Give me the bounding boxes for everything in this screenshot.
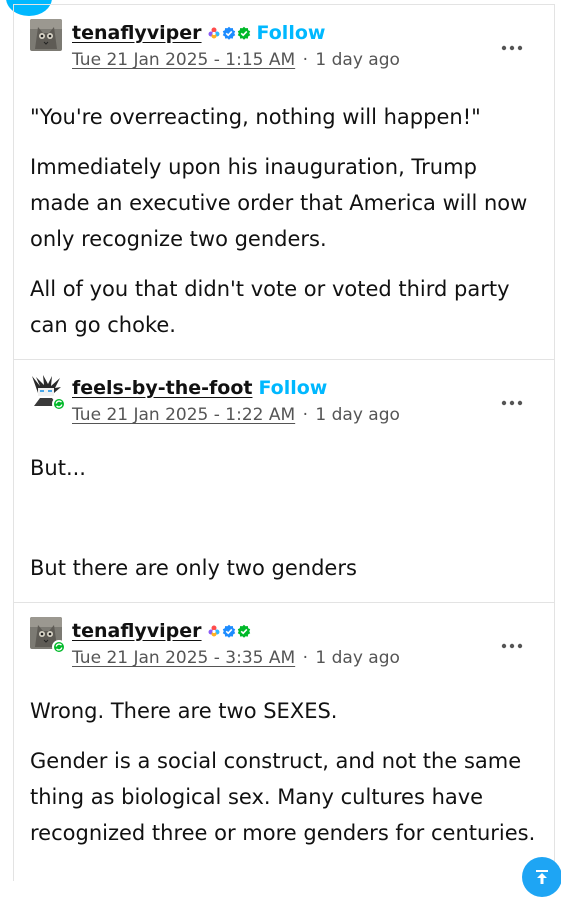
relative-time: 1 day ago	[315, 648, 400, 668]
refresh-status-icon	[52, 397, 66, 411]
timestamp-link[interactable]: Tue 21 Jan 2025 - 1:22 AM	[72, 405, 295, 425]
post-paragraph: Gender is a social construct, and not th…	[30, 749, 536, 845]
post-meta: Tue 21 Jan 2025 - 1:15 AM · 1 day ago	[72, 50, 400, 70]
post-meta: Tue 21 Jan 2025 - 1:22 AM · 1 day ago	[72, 405, 400, 425]
post-header: tenaflyviper	[14, 5, 554, 70]
post-header: feels-by-the-foot Follow Tue 21 Jan 2025…	[14, 360, 554, 425]
post-paragraph: All of you that didn't vote or voted thi…	[30, 277, 510, 337]
blue-verified-badge-icon	[222, 26, 235, 40]
follow-button[interactable]: Follow	[257, 22, 326, 44]
rainbow-flower-badge-icon	[208, 27, 220, 39]
post-paragraph: Immediately upon his inauguration, Trump…	[30, 155, 528, 251]
post-paragraph: "You're overreacting, nothing will happe…	[30, 105, 481, 129]
avatar[interactable]	[30, 374, 66, 411]
post-blank-line	[30, 500, 538, 536]
timestamp-link[interactable]: Tue 21 Jan 2025 - 3:35 AM	[72, 648, 295, 668]
badge-group[interactable]	[207, 624, 251, 638]
meta-separator: ·	[302, 50, 308, 70]
post-body: "You're overreacting, nothing will happe…	[14, 65, 554, 359]
name-line: tenaflyviper	[72, 20, 325, 46]
username-link[interactable]: feels-by-the-foot	[72, 377, 252, 399]
green-check-badge-icon	[237, 624, 250, 638]
username-link[interactable]: tenaflyviper	[72, 22, 202, 44]
scroll-to-top-button[interactable]	[522, 857, 561, 897]
more-options-button[interactable]	[500, 634, 524, 658]
follow-button[interactable]: Follow	[258, 377, 327, 399]
more-options-icon	[501, 643, 523, 649]
more-options-button[interactable]	[500, 36, 524, 60]
relative-time: 1 day ago	[315, 50, 400, 70]
post-paragraph: Wrong. There are two SEXES.	[30, 699, 338, 723]
rainbow-flower-badge-icon	[208, 625, 220, 637]
avatar-image	[30, 19, 62, 51]
post-paragraph: But there are only two genders	[30, 556, 357, 580]
avatar[interactable]	[30, 19, 63, 52]
reblog-thread: tenaflyviper Follow Tue 21 Jan 2025 - 1:…	[13, 4, 555, 881]
thread-post: tenaflyviper	[14, 603, 554, 881]
blue-verified-badge-icon	[222, 624, 235, 638]
username-link[interactable]: tenaflyviper	[72, 620, 202, 642]
more-options-button[interactable]	[500, 391, 524, 415]
thread-post: tenaflyviper	[14, 5, 554, 360]
scroll-to-top-icon	[536, 870, 548, 884]
more-options-icon	[501, 400, 523, 406]
meta-separator: ·	[302, 648, 308, 668]
name-line: feels-by-the-foot Follow	[72, 375, 327, 401]
page: tenaflyviper Follow Tue 21 Jan 2025 - 1:…	[0, 0, 561, 902]
meta-separator: ·	[302, 405, 308, 425]
avatar[interactable]	[30, 617, 66, 654]
green-check-badge-icon	[237, 26, 250, 40]
refresh-status-icon	[52, 640, 66, 654]
post-paragraph: But...	[30, 456, 86, 480]
post-body: But... But there are only two genders	[14, 420, 554, 602]
timestamp-link[interactable]: Tue 21 Jan 2025 - 1:15 AM	[72, 50, 295, 70]
more-options-icon	[501, 45, 523, 51]
badge-group[interactable]	[207, 26, 251, 40]
thread-post: feels-by-the-foot Follow Tue 21 Jan 2025…	[14, 360, 554, 603]
relative-time: 1 day ago	[315, 405, 400, 425]
name-line: tenaflyviper	[72, 618, 251, 644]
post-header: tenaflyviper	[14, 603, 554, 668]
post-meta: Tue 21 Jan 2025 - 3:35 AM · 1 day ago	[72, 648, 400, 668]
post-body: Wrong. There are two SEXES. Gender is a …	[14, 663, 554, 881]
